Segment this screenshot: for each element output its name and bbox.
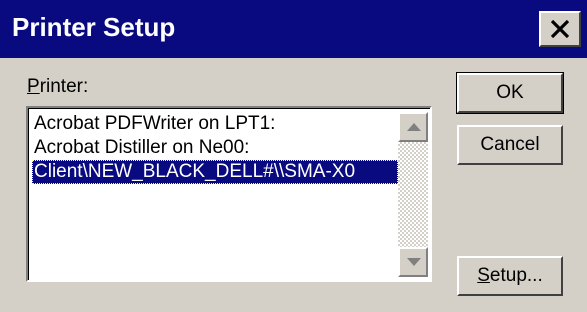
scroll-up-button[interactable] xyxy=(398,112,428,142)
arrow-up-icon xyxy=(407,123,421,131)
printer-list[interactable]: Acrobat PDFWriter on LPT1: Acrobat Disti… xyxy=(26,106,432,282)
printer-item-selected[interactable]: Client\NEW_BLACK_DELL#\\SMA-X0 xyxy=(32,160,398,184)
printer-item[interactable]: Acrobat Distiller on Ne00: xyxy=(32,136,398,160)
ok-button[interactable]: OK xyxy=(456,72,564,114)
printer-setup-dialog: Printer Setup Printer: Acrobat PDFWriter… xyxy=(0,0,587,312)
title-bar: Printer Setup xyxy=(0,0,587,58)
cancel-button[interactable]: Cancel xyxy=(457,125,563,165)
dialog-title: Printer Setup xyxy=(12,12,176,42)
scroll-down-button[interactable] xyxy=(398,247,428,277)
close-icon xyxy=(550,20,570,38)
printer-item[interactable]: Acrobat PDFWriter on LPT1: xyxy=(32,112,398,136)
vertical-scrollbar[interactable] xyxy=(398,112,428,277)
close-button[interactable] xyxy=(539,11,581,47)
printer-list-items: Acrobat PDFWriter on LPT1: Acrobat Disti… xyxy=(32,112,398,184)
setup-button[interactable]: Setup... xyxy=(457,256,563,296)
arrow-down-icon xyxy=(407,258,421,266)
printer-label: Printer: xyxy=(27,76,89,97)
